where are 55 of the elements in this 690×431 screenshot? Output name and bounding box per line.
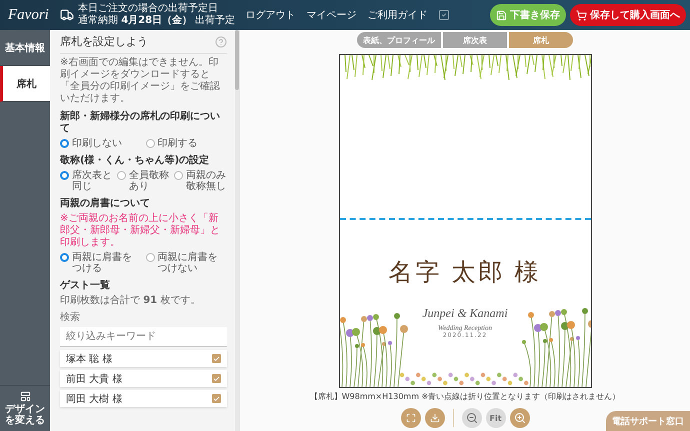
radio-button[interactable] [146,253,154,262]
nav-link[interactable]: ご利用ガイド [367,8,428,22]
checkbox[interactable] [212,394,221,403]
search-label: 検索 [60,310,81,324]
section-title: 両親の肩書について [60,198,151,210]
zoom-in-button[interactable] [510,408,530,428]
checkbox[interactable] [212,374,221,383]
radio-option[interactable]: 印刷する [146,138,227,149]
radio-option[interactable]: 両親に肩書をつける [60,252,142,274]
shipping-date: 通常納期 4月28日（金） 出荷予定 [78,15,236,27]
radio-option[interactable]: 印刷しない [60,138,142,149]
intro-text: ※右画面での編集はできません。印刷イメージをダウンロードすると「全員分の印刷イメージ」をご確認いただけます。 [60,57,221,105]
count-text: 印刷枚数は合計で 91 枚です。 [60,295,202,307]
sidebar-tab[interactable]: 席札 [0,66,50,102]
size-caption: 【席札】W98mm×H130mm ※青い点線は折り位置となります（印刷はされません） [310,391,620,402]
zoom-out-icon [466,412,478,424]
fullscreen-icon [406,413,416,423]
radio-option[interactable]: 両親のみ敬称無し [174,170,227,192]
guest-name: 前田 大貴 様 [66,372,122,386]
scrollbar[interactable] [235,30,239,90]
nav-link[interactable]: マイページ [306,8,356,22]
purchase-button[interactable]: 保存して購入画面へ [570,4,686,26]
nav-link[interactable]: ログアウト [245,8,296,22]
save-icon [496,10,507,20]
truck-icon [60,8,74,22]
radio-button[interactable] [60,171,69,180]
radio-button[interactable] [174,171,183,180]
checkbox[interactable] [212,354,221,363]
panel-title: 席札を設定しよう [60,34,148,49]
guest-name: 岡田 大樹 様 [66,392,122,406]
download-icon [430,413,440,423]
section-title: 敬称(様・くん・ちゃん等)の設定 [60,155,210,167]
logo[interactable]: Favori [8,6,60,24]
radio-button[interactable] [60,139,69,148]
radio-option[interactable]: 席次表と同じ [60,170,113,192]
radio-button[interactable] [117,171,126,180]
radio-button[interactable] [146,139,154,148]
cart-icon [576,10,587,20]
fullscreen-button[interactable] [400,408,420,428]
download-button[interactable] [424,408,444,428]
section-title: 新郎・新婦様分の席札の印刷について [60,111,221,135]
guest-name-print: 名字 太郎 様 [388,258,542,288]
guest-name: 塚本 聡 様 [66,352,112,366]
shipping-label: 本日ご注文の場合の出荷予定日 [78,3,219,14]
zoom-in-icon [514,412,526,424]
radio-option[interactable]: 全員敬称あり [117,170,170,192]
radio-option[interactable]: 両親に肩書をつけない [146,252,227,274]
couple-names: Junpei & Kanami [422,306,508,321]
template-icon [20,391,30,402]
section-note: ※ご両親のお名前の上に小さく「新郎父・新郎母・新婦父・新婦母」と印刷します。 [60,213,221,249]
help-icon[interactable] [215,36,227,48]
radio-button[interactable] [60,253,69,262]
checkbox-icon [438,9,450,21]
search-field[interactable]: 絞り込みキーワード [60,327,227,347]
section-title: ゲスト一覧 [60,280,111,292]
